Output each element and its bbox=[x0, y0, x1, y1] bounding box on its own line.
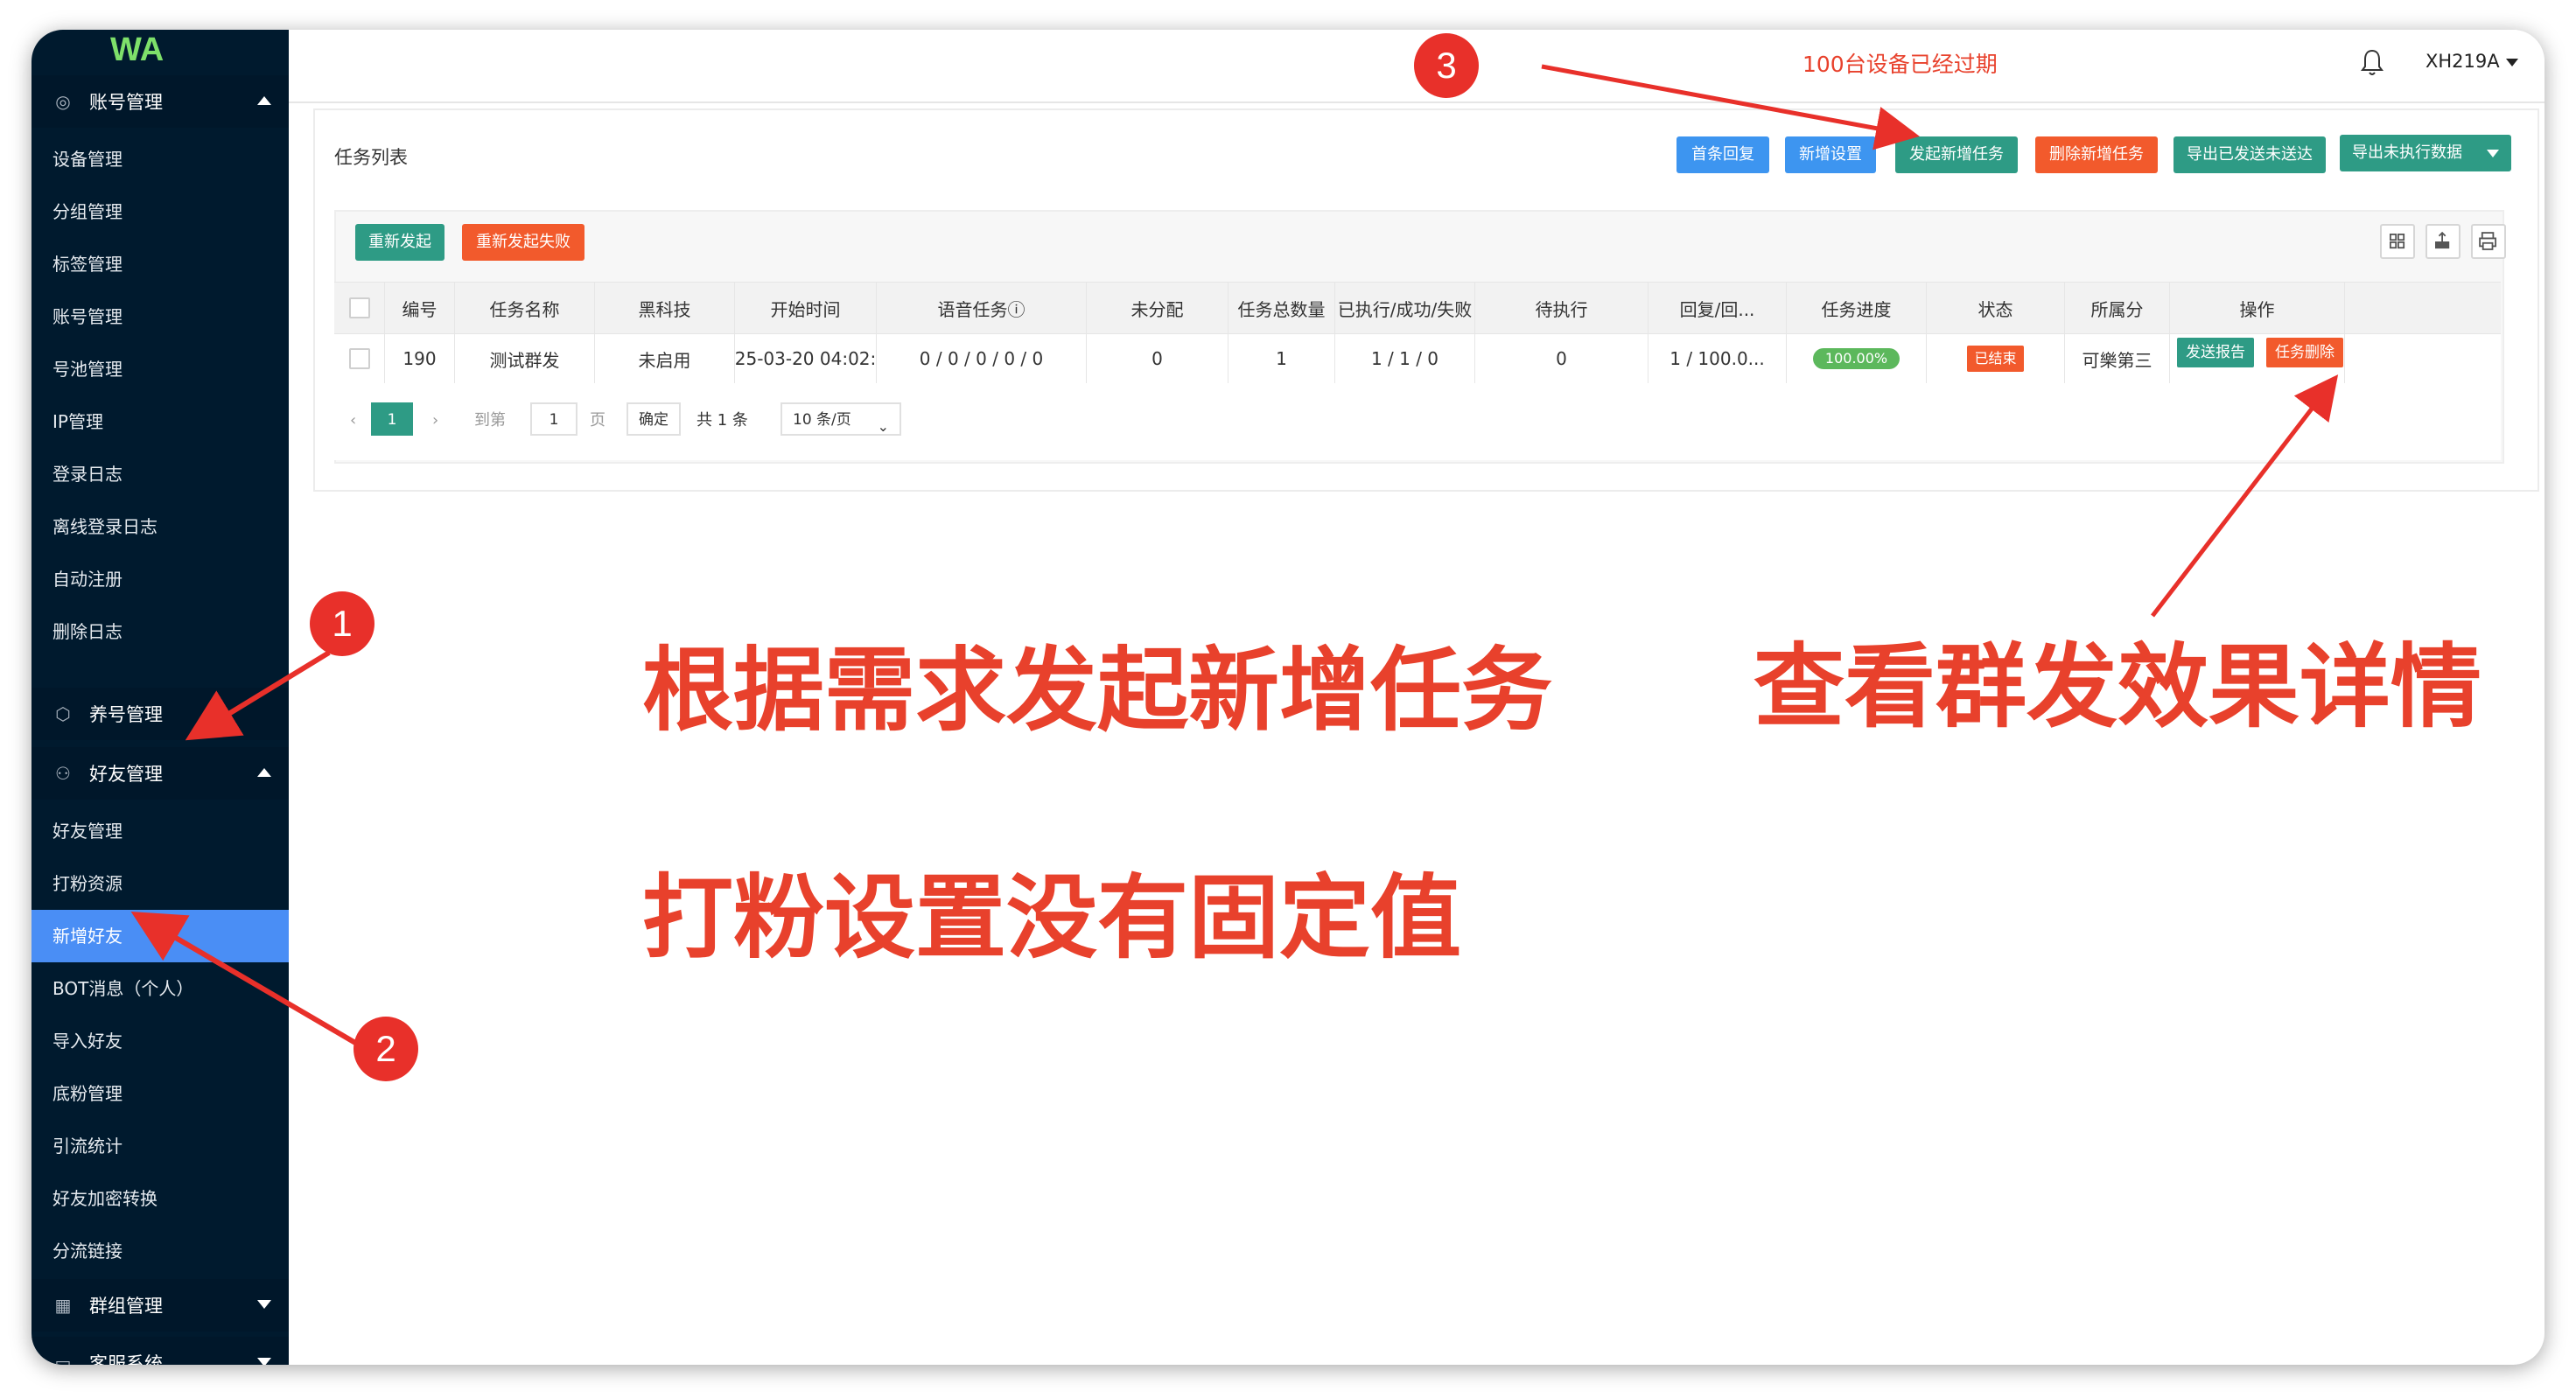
step-badge-3: 3 bbox=[1414, 33, 1479, 98]
annotation-arrows bbox=[130, 64, 2339, 1058]
step-badge-2: 2 bbox=[354, 1017, 418, 1081]
step-badge-1: 1 bbox=[310, 591, 374, 656]
app-window: WA ◎ 账号管理 设备管理 分组管理 标签管理 账号管理 号池管理 IP管理 登录日志 离线… bbox=[32, 30, 2544, 1365]
